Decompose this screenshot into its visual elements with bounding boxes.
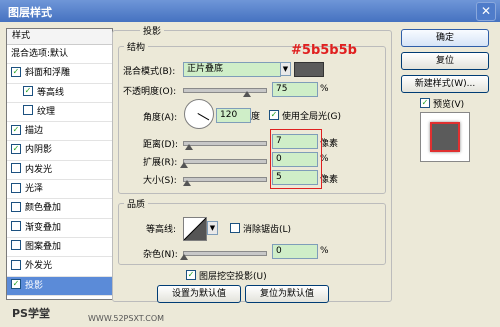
ok-button[interactable]: 确定 bbox=[401, 29, 489, 47]
outer-glow-checkbox[interactable] bbox=[11, 259, 21, 270]
shadow-color-swatch[interactable] bbox=[294, 62, 324, 77]
noise-slider-track[interactable] bbox=[183, 251, 267, 256]
style-item-label: 等高线 bbox=[37, 87, 65, 98]
blend-mode-dropdown-icon[interactable]: ▼ bbox=[280, 62, 291, 76]
style-item-contour[interactable]: ✓ 等高线 bbox=[7, 84, 112, 103]
close-button[interactable]: ✕ bbox=[476, 2, 496, 21]
stroke-checkbox[interactable]: ✓ bbox=[11, 124, 21, 135]
style-item-label: 斜面和浮雕 bbox=[25, 68, 71, 79]
style-item-label: 投影 bbox=[25, 280, 44, 291]
pattern-overlay-checkbox[interactable] bbox=[11, 240, 21, 251]
style-item-label: 光泽 bbox=[25, 184, 44, 195]
style-list-header[interactable]: 样式 bbox=[7, 29, 112, 45]
distance-slider-track[interactable] bbox=[183, 141, 267, 146]
distance-unit: 像素 bbox=[320, 139, 339, 149]
style-item-blending-options[interactable]: 混合选项:默认 bbox=[7, 45, 112, 65]
style-item-gradient-overlay[interactable]: 渐变叠加 bbox=[7, 219, 112, 238]
angle-label: 角度(A): bbox=[143, 113, 178, 123]
reset-default-button[interactable]: 复位为默认值 bbox=[245, 285, 329, 303]
style-item-label: 纹理 bbox=[37, 106, 56, 117]
inner-shadow-checkbox[interactable]: ✓ bbox=[11, 143, 21, 154]
highlight-box bbox=[270, 129, 322, 189]
drop-shadow-checkbox[interactable]: ✓ bbox=[11, 279, 21, 290]
distance-label: 距离(D): bbox=[143, 140, 178, 150]
size-unit: 像素 bbox=[320, 175, 339, 185]
set-default-button[interactable]: 设置为默认值 bbox=[157, 285, 241, 303]
global-light-checkbox[interactable]: ✓ bbox=[269, 110, 279, 120]
style-item-bevel-emboss[interactable]: ✓ 斜面和浮雕 bbox=[7, 64, 112, 84]
style-list: 样式 混合选项:默认 ✓ 斜面和浮雕 ✓ 等高线 纹理 ✓ 描边 ✓ 内阴影 内发光 光… bbox=[6, 28, 113, 300]
style-item-inner-shadow[interactable]: ✓ 内阴影 bbox=[7, 141, 112, 161]
style-item-label: 渐变叠加 bbox=[25, 222, 62, 233]
style-item-satin[interactable]: 光泽 bbox=[7, 180, 112, 200]
angle-unit: 度 bbox=[251, 112, 261, 122]
contour-label: 等高线: bbox=[146, 225, 177, 235]
section-title: 投影 bbox=[140, 24, 165, 37]
blend-mode-label: 混合模式(B): bbox=[123, 67, 176, 77]
texture-checkbox[interactable] bbox=[23, 105, 33, 116]
contour-curve-icon bbox=[184, 218, 206, 240]
angle-dial-hand bbox=[197, 113, 210, 121]
opacity-slider-thumb[interactable] bbox=[243, 91, 251, 97]
color-overlay-checkbox[interactable] bbox=[11, 201, 21, 212]
spread-slider-thumb[interactable] bbox=[180, 162, 188, 168]
preview-swatch bbox=[430, 122, 460, 152]
style-item-label: 描边 bbox=[25, 126, 44, 137]
knockout-checkbox[interactable]: ✓ bbox=[186, 270, 196, 280]
preview-checkbox[interactable]: ✓ bbox=[420, 98, 430, 108]
noise-input[interactable]: 0 bbox=[272, 244, 318, 259]
structure-title: 结构 bbox=[124, 40, 149, 53]
size-slider-thumb[interactable] bbox=[183, 180, 191, 186]
satin-checkbox[interactable] bbox=[11, 182, 21, 193]
preview-label: 预览(V) bbox=[433, 100, 465, 110]
style-item-outer-glow[interactable]: 外发光 bbox=[7, 257, 112, 277]
style-item-stroke[interactable]: ✓ 描边 bbox=[7, 122, 112, 142]
angle-dial[interactable] bbox=[184, 99, 214, 129]
style-item-texture[interactable]: 纹理 bbox=[7, 103, 112, 123]
reset-button[interactable]: 复位 bbox=[401, 52, 489, 70]
gradient-overlay-checkbox[interactable] bbox=[11, 221, 21, 232]
style-item-color-overlay[interactable]: 颜色叠加 bbox=[7, 199, 112, 219]
new-style-button[interactable]: 新建样式(W)... bbox=[401, 75, 489, 93]
spread-label: 扩展(R): bbox=[143, 158, 178, 168]
color-annotation: #5b5b5b bbox=[291, 43, 357, 58]
inner-glow-checkbox[interactable] bbox=[11, 163, 21, 174]
style-preview bbox=[420, 112, 470, 162]
bevel-checkbox[interactable]: ✓ bbox=[11, 66, 21, 77]
spread-slider-track[interactable] bbox=[183, 159, 267, 164]
style-item-label: 内发光 bbox=[25, 164, 53, 175]
site-logo: PS学堂 bbox=[12, 307, 50, 320]
style-item-pattern-overlay[interactable]: 图案叠加 bbox=[7, 238, 112, 258]
opacity-unit: % bbox=[320, 84, 329, 94]
contour-preview[interactable] bbox=[183, 217, 207, 241]
window-title: 图层样式 bbox=[8, 6, 52, 19]
style-item-label: 颜色叠加 bbox=[25, 203, 62, 214]
style-item-label: 混合选项:默认 bbox=[11, 49, 69, 59]
opacity-slider-track[interactable] bbox=[183, 88, 267, 93]
distance-slider-thumb[interactable] bbox=[185, 144, 193, 150]
opacity-label: 不透明度(O): bbox=[123, 87, 177, 97]
title-bar: 图层样式 ✕ bbox=[0, 0, 500, 22]
style-item-label: 外发光 bbox=[25, 261, 53, 272]
quality-title: 品质 bbox=[124, 197, 149, 210]
antialias-checkbox[interactable] bbox=[230, 223, 240, 233]
contour-checkbox[interactable]: ✓ bbox=[23, 86, 33, 97]
contour-dropdown-icon[interactable]: ▼ bbox=[207, 221, 218, 235]
noise-unit: % bbox=[320, 246, 329, 256]
style-item-label: 图案叠加 bbox=[25, 241, 62, 252]
knockout-label: 图层挖空投影(U) bbox=[199, 272, 267, 282]
noise-label: 杂色(N): bbox=[143, 250, 178, 260]
global-light-label: 使用全局光(G) bbox=[282, 112, 341, 122]
blend-mode-select[interactable]: 正片叠底 bbox=[183, 62, 281, 77]
style-item-label: 内阴影 bbox=[25, 145, 53, 156]
size-slider-track[interactable] bbox=[183, 177, 267, 182]
opacity-input[interactable]: 75 bbox=[272, 82, 318, 97]
size-label: 大小(S): bbox=[143, 176, 177, 186]
watermark: WWW.52PSXT.COM bbox=[88, 314, 165, 323]
noise-slider-thumb[interactable] bbox=[180, 254, 188, 260]
style-item-inner-glow[interactable]: 内发光 bbox=[7, 161, 112, 181]
angle-input[interactable]: 120 bbox=[216, 108, 251, 123]
style-item-drop-shadow[interactable]: ✓ 投影 bbox=[7, 276, 112, 296]
antialias-label: 消除锯齿(L) bbox=[243, 225, 292, 235]
